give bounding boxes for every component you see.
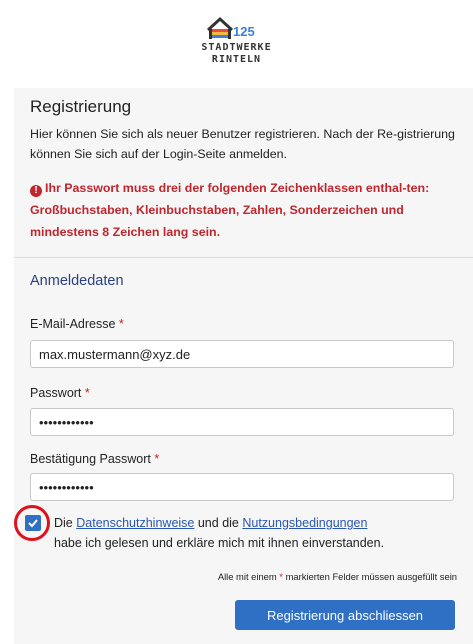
house-logo-icon: 125 bbox=[206, 16, 255, 39]
consent-checkbox[interactable] bbox=[25, 515, 41, 531]
required-marker: * bbox=[84, 386, 90, 400]
exclamation-circle-icon: ! bbox=[30, 185, 42, 197]
confirm-password-field[interactable] bbox=[30, 473, 454, 501]
consent-text: Die Datenschutzhinweise und die Nutzungs… bbox=[54, 513, 464, 553]
password-warning: ! Ihr Passwort muss drei der folgenden Ze… bbox=[30, 177, 460, 243]
page-title: Registrierung bbox=[30, 97, 132, 116]
logo-text-line2: RINTELN bbox=[211, 54, 262, 65]
confirm-label-text: Bestätigung Passwort bbox=[30, 452, 151, 466]
checkmark-icon bbox=[28, 519, 38, 528]
password-label-text: Passwort bbox=[30, 386, 82, 400]
email-label: E-Mail-Adresse * bbox=[30, 317, 124, 331]
privacy-link[interactable]: Datenschutzhinweise bbox=[76, 516, 194, 530]
password-label: Passwort * bbox=[30, 386, 90, 400]
required-fields-note: Alle mit einem * markierten Felder müsse… bbox=[218, 571, 457, 582]
email-label-text: E-Mail-Adresse bbox=[30, 317, 116, 331]
section-divider bbox=[14, 257, 473, 258]
section-title: Anmeldedaten bbox=[30, 273, 124, 289]
logo-text-line1: STADTWERKE bbox=[201, 42, 272, 53]
required-marker: * bbox=[118, 317, 124, 331]
submit-registration-button[interactable]: Registrierung abschliessen bbox=[235, 600, 455, 630]
email-field[interactable] bbox=[30, 340, 454, 368]
intro-text: Hier können Sie sich als neuer Benutzer … bbox=[30, 127, 455, 161]
required-marker: * bbox=[279, 571, 283, 582]
note-suffix: markierten Felder müssen ausgefüllt sein bbox=[285, 571, 457, 582]
stadtwerke-logo: 125 STADTWERKE RINTELN bbox=[0, 0, 473, 80]
password-field[interactable] bbox=[30, 408, 454, 436]
confirm-password-label: Bestätigung Passwort * bbox=[30, 452, 159, 466]
required-marker: * bbox=[154, 452, 160, 466]
consent-suffix: habe ich gelesen und erkläre mich mit ih… bbox=[54, 536, 385, 550]
consent-prefix: Die bbox=[54, 516, 73, 530]
note-prefix: Alle mit einem bbox=[217, 571, 277, 582]
terms-link[interactable]: Nutzungsbedingungen bbox=[242, 516, 367, 530]
logo-badge: 125 bbox=[233, 24, 255, 39]
consent-middle: und die bbox=[197, 516, 239, 530]
warning-text: Ihr Passwort muss drei der folgenden Zei… bbox=[30, 181, 430, 239]
